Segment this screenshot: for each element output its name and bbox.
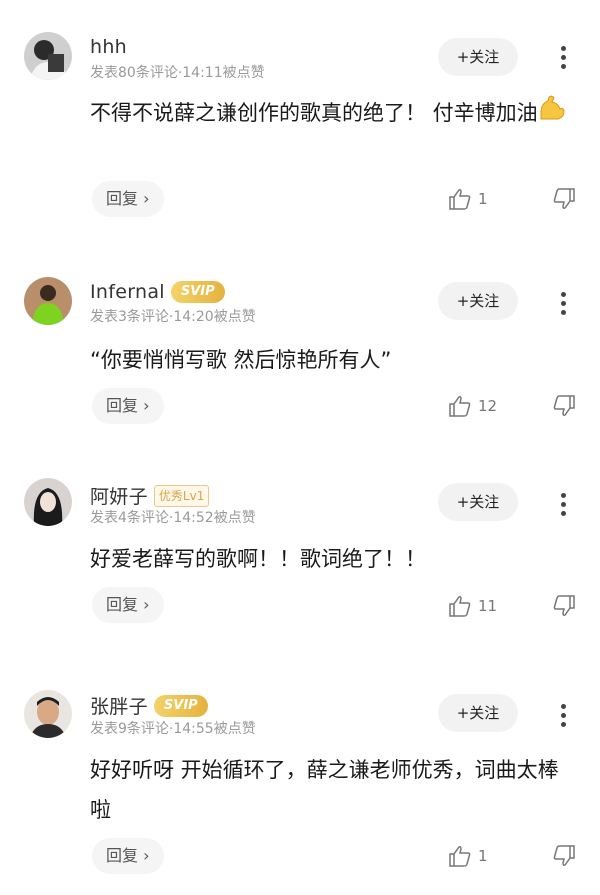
like-count: 1 (478, 190, 488, 208)
thumbs-up-icon (449, 846, 471, 867)
dislike-button[interactable] (552, 845, 576, 871)
comment-text: “你要悄悄写歌 然后惊艳所有人” (90, 348, 392, 372)
thumbs-down-icon (553, 188, 575, 209)
comment-text: 好爱老薛写的歌啊！！歌词绝了！！ (90, 547, 426, 571)
avatar[interactable] (24, 478, 72, 526)
more-options-icon[interactable] (552, 288, 574, 318)
more-options-icon[interactable] (552, 700, 574, 730)
svip-badge: SVIP (170, 281, 225, 303)
comment-meta: 发表4条评论·14:52被点赞 (90, 510, 256, 526)
like-count: 12 (478, 397, 498, 415)
like-count: 1 (478, 847, 488, 865)
thumbs-down-icon (553, 395, 575, 416)
comment-meta: 发表3条评论·14:20被点赞 (90, 309, 256, 325)
username[interactable]: hhh (90, 36, 127, 58)
thumbs-down-icon (553, 845, 575, 866)
like-count: 11 (478, 597, 498, 615)
username[interactable]: Infernal (90, 281, 165, 303)
thumbs-up-icon (449, 596, 471, 617)
comment-text: 好好听呀 开始循环了，薛之谦老师优秀，词曲太棒啦 (90, 758, 559, 822)
level-badge: 优秀Lv1 (153, 484, 210, 507)
like-button[interactable]: 12 (448, 395, 497, 417)
svip-badge: SVIP (153, 694, 208, 717)
thumbs-up-icon (449, 396, 471, 417)
avatar[interactable] (24, 277, 72, 325)
like-button[interactable]: 1 (448, 188, 488, 210)
comment-meta: 发表80条评论·14:11被点赞 (90, 65, 265, 81)
thumbs-down-icon (553, 595, 575, 616)
more-options-icon[interactable] (552, 489, 574, 519)
dislike-button[interactable] (552, 595, 576, 621)
more-options-icon[interactable] (552, 42, 574, 72)
reply-button[interactable]: 回复 › (92, 181, 164, 217)
dislike-button[interactable] (552, 188, 576, 214)
comment-text-body: 不得不说薛之谦创作的歌真的绝了！ 付辛博加油 (90, 101, 538, 125)
comment-text: 不得不说薛之谦创作的歌真的绝了！ 付辛博加油 (90, 93, 570, 134)
like-button[interactable]: 1 (448, 845, 488, 867)
username[interactable]: 张胖子 (90, 692, 148, 719)
thumbs-up-icon (449, 189, 471, 210)
dislike-button[interactable] (552, 395, 576, 421)
username[interactable]: 阿妍子 (90, 482, 148, 509)
avatar[interactable] (24, 690, 72, 738)
follow-button[interactable]: +关注 (438, 694, 518, 732)
reply-button[interactable]: 回复 › (92, 388, 164, 424)
follow-button[interactable]: +关注 (438, 483, 518, 521)
follow-button[interactable]: +关注 (438, 38, 518, 76)
reply-button[interactable]: 回复 › (92, 587, 164, 623)
follow-button[interactable]: +关注 (438, 282, 518, 320)
reply-button[interactable]: 回复 › (92, 838, 164, 874)
comment-meta: 发表9条评论·14:55被点赞 (90, 721, 256, 737)
flexed-biceps-icon (538, 94, 566, 134)
like-button[interactable]: 11 (448, 595, 497, 617)
avatar[interactable] (24, 32, 72, 80)
